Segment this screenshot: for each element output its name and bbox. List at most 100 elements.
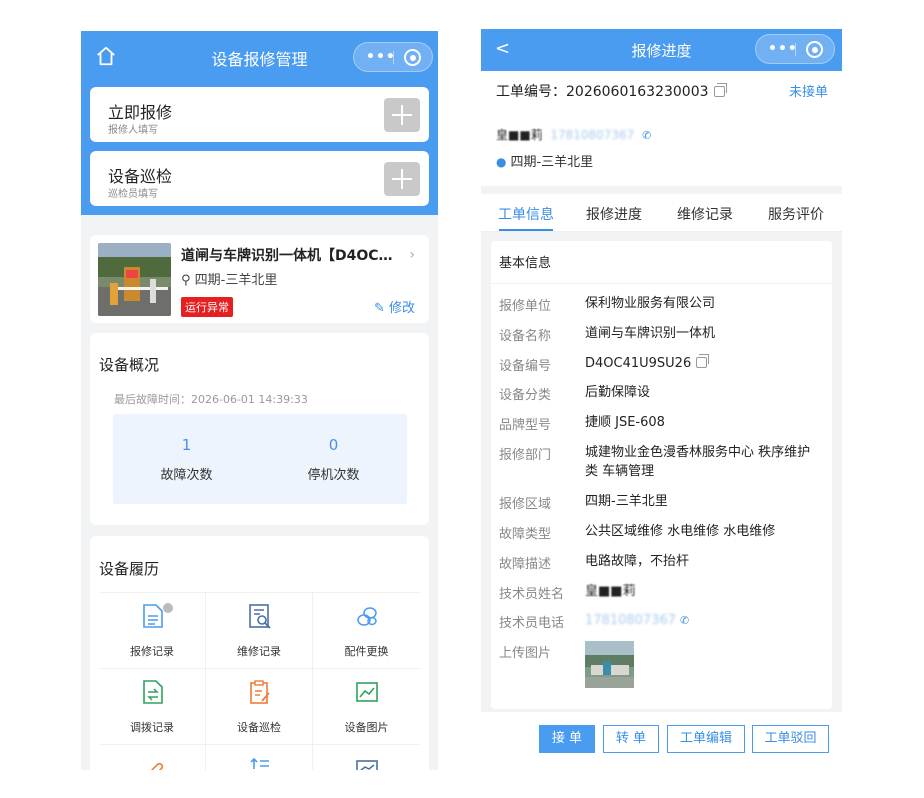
inspection-card[interactable]: 设备巡检 巡检员填写 xyxy=(90,151,429,206)
uploaded-photo[interactable] xyxy=(585,641,634,688)
field-value: D4OC41U9SU26 xyxy=(585,356,692,371)
edit-button[interactable]: ✎ 修改 xyxy=(374,297,415,316)
edit-label: 修改 xyxy=(388,301,415,316)
work-order-value: 2026060163230003 xyxy=(566,84,709,100)
copy-icon[interactable] xyxy=(713,83,727,97)
nav-bar: < 报修进度 ••• xyxy=(481,29,842,71)
add-inspection-button[interactable] xyxy=(384,162,420,196)
location-pin-icon: ⚲ xyxy=(181,273,191,288)
field-value[interactable]: 17810807367 xyxy=(585,613,676,628)
phone-icon[interactable]: ✆ xyxy=(642,129,651,142)
stats-box: 1 故障次数 0 停机次数 xyxy=(113,414,407,504)
tab-bar: 工单信息 报修进度 维修记录 服务评价 xyxy=(481,194,842,232)
reporter-info: 皇■■莉 17810807367 ✆ xyxy=(496,126,651,143)
reject-order-button[interactable]: 工单驳回 xyxy=(752,725,829,753)
add-repair-button[interactable] xyxy=(384,98,420,132)
section-title: 基本信息 xyxy=(499,256,552,271)
field-value: 保利物业服务有限公司 xyxy=(585,296,716,311)
field-value: 电路故障，不抬杆 xyxy=(585,554,690,569)
field-label: 报修单位 xyxy=(499,299,552,314)
history-repair-records[interactable]: 报修记录 xyxy=(99,593,206,669)
more-icon[interactable]: ••• xyxy=(366,49,396,65)
section-divider xyxy=(491,283,832,284)
field-label: 故障描述 xyxy=(499,557,552,572)
history-more-1[interactable] xyxy=(99,745,206,770)
chart-icon xyxy=(356,760,378,770)
accept-order-button[interactable]: 接 单 xyxy=(539,725,595,753)
tab-order-info[interactable]: 工单信息 xyxy=(498,204,554,224)
reporter-name: 皇■■莉 xyxy=(496,128,543,142)
field-label: 技术员电话 xyxy=(499,616,565,631)
field-value: 道闸与车牌识别一体机 xyxy=(585,326,716,341)
work-order-number: 工单编号：2026060163230003 xyxy=(496,81,727,101)
notification-dot xyxy=(162,602,174,614)
work-order-label: 工单编号： xyxy=(496,84,566,100)
tab-repair-progress[interactable]: 报修进度 xyxy=(586,204,642,224)
location-text: 四期-三羊北里 xyxy=(510,155,594,170)
more-icon[interactable]: ••• xyxy=(768,41,798,57)
history-device-images[interactable]: 设备图片 xyxy=(313,669,420,745)
history-more-3[interactable] xyxy=(313,745,420,770)
inspection-title: 设备巡检 xyxy=(108,167,173,186)
repair-progress-panel: < 报修进度 ••• 工单编号：2026060163230003 未接单 皇■■… xyxy=(481,29,842,769)
image-chart-icon xyxy=(356,682,378,702)
field-label: 上传图片 xyxy=(499,646,552,661)
device-card[interactable]: 道闸与车牌识别一体机【D4OC41U9SU26】 › ⚲ 四期-三羊北里 运行异… xyxy=(90,235,429,323)
field-value: 捷顺 JSE-608 xyxy=(585,415,665,430)
history-item-label: 设备图片 xyxy=(344,721,389,734)
field-label: 报修区域 xyxy=(499,497,552,512)
edit-order-button[interactable]: 工单编辑 xyxy=(667,725,745,753)
fault-count-stat[interactable]: 1 故障次数 xyxy=(113,436,260,483)
field-value: 公共区域维修 水电维修 水电维修 xyxy=(585,524,776,539)
transfer-order-button[interactable]: 转 单 xyxy=(603,725,659,753)
close-target-icon[interactable] xyxy=(404,49,421,66)
tab-maintenance-records[interactable]: 维修记录 xyxy=(677,204,733,224)
overview-title: 设备概况 xyxy=(99,356,160,374)
history-inspection[interactable]: 设备巡检 xyxy=(206,669,313,745)
chevron-right-icon[interactable]: › xyxy=(409,247,415,263)
repair-now-card[interactable]: 立即报修 报修人填写 xyxy=(90,87,429,142)
attachment-icon xyxy=(150,762,164,770)
history-item-label: 调拨记录 xyxy=(130,721,174,734)
copy-icon[interactable] xyxy=(696,354,710,368)
history-maintenance-records[interactable]: 维修记录 xyxy=(206,593,313,669)
history-item-label: 设备巡检 xyxy=(237,721,281,734)
mini-program-capsule: ••• xyxy=(353,42,433,72)
field-value: 城建物业金色漫香林服务中心 秩序维护类 车辆管理 xyxy=(585,445,811,479)
field-label: 故障类型 xyxy=(499,527,552,542)
location-row: ● 四期-三羊北里 xyxy=(496,151,593,170)
repair-now-title: 立即报修 xyxy=(108,103,173,122)
capsule-divider xyxy=(393,51,394,64)
down-count-stat[interactable]: 0 停机次数 xyxy=(260,436,407,483)
clipboard-edit-icon xyxy=(250,680,270,704)
order-status: 未接单 xyxy=(788,85,828,100)
fault-count-label: 故障次数 xyxy=(160,468,213,483)
field-label: 品牌型号 xyxy=(499,418,552,433)
basic-info-card: 基本信息 报修单位 保利物业服务有限公司 设备名称 道闸与车牌识别一体机 设备编… xyxy=(491,241,832,709)
close-target-icon[interactable] xyxy=(806,41,823,58)
status-badge: 运行异常 xyxy=(181,297,233,317)
history-transfer-records[interactable]: 调拨记录 xyxy=(99,669,206,745)
history-item-label: 配件更换 xyxy=(344,645,389,658)
nav-bar: 设备报修管理 ••• xyxy=(81,31,438,83)
field-value: 四期-三羊北里 xyxy=(585,494,668,509)
last-fault-time: 最后故障时间：2026-06-01 14:39:33 xyxy=(114,393,308,406)
mini-program-capsule: ••• xyxy=(755,34,835,64)
tab-service-rating[interactable]: 服务评价 xyxy=(768,204,824,224)
reporter-phone[interactable]: 17810807367 xyxy=(550,128,634,142)
fault-count: 1 xyxy=(181,436,192,454)
history-parts-replacement[interactable]: 配件更换 xyxy=(313,593,420,669)
field-label: 设备编号 xyxy=(499,359,552,374)
repair-now-subtitle: 报修人填写 xyxy=(108,125,158,136)
device-location: ⚲ 四期-三羊北里 xyxy=(181,269,277,288)
inspection-subtitle: 巡检员填写 xyxy=(108,189,158,200)
divider-bar xyxy=(481,186,842,194)
down-count-label: 停机次数 xyxy=(307,468,360,483)
field-label: 设备名称 xyxy=(499,329,552,344)
tech-phone-row: 17810807367 ✆ xyxy=(585,611,821,630)
phone-icon[interactable]: ✆ xyxy=(680,614,689,627)
history-item-label: 维修记录 xyxy=(237,645,281,658)
location-pin-icon: ● xyxy=(496,155,507,169)
history-item-label: 报修记录 xyxy=(130,645,174,658)
history-more-2[interactable] xyxy=(206,745,313,770)
